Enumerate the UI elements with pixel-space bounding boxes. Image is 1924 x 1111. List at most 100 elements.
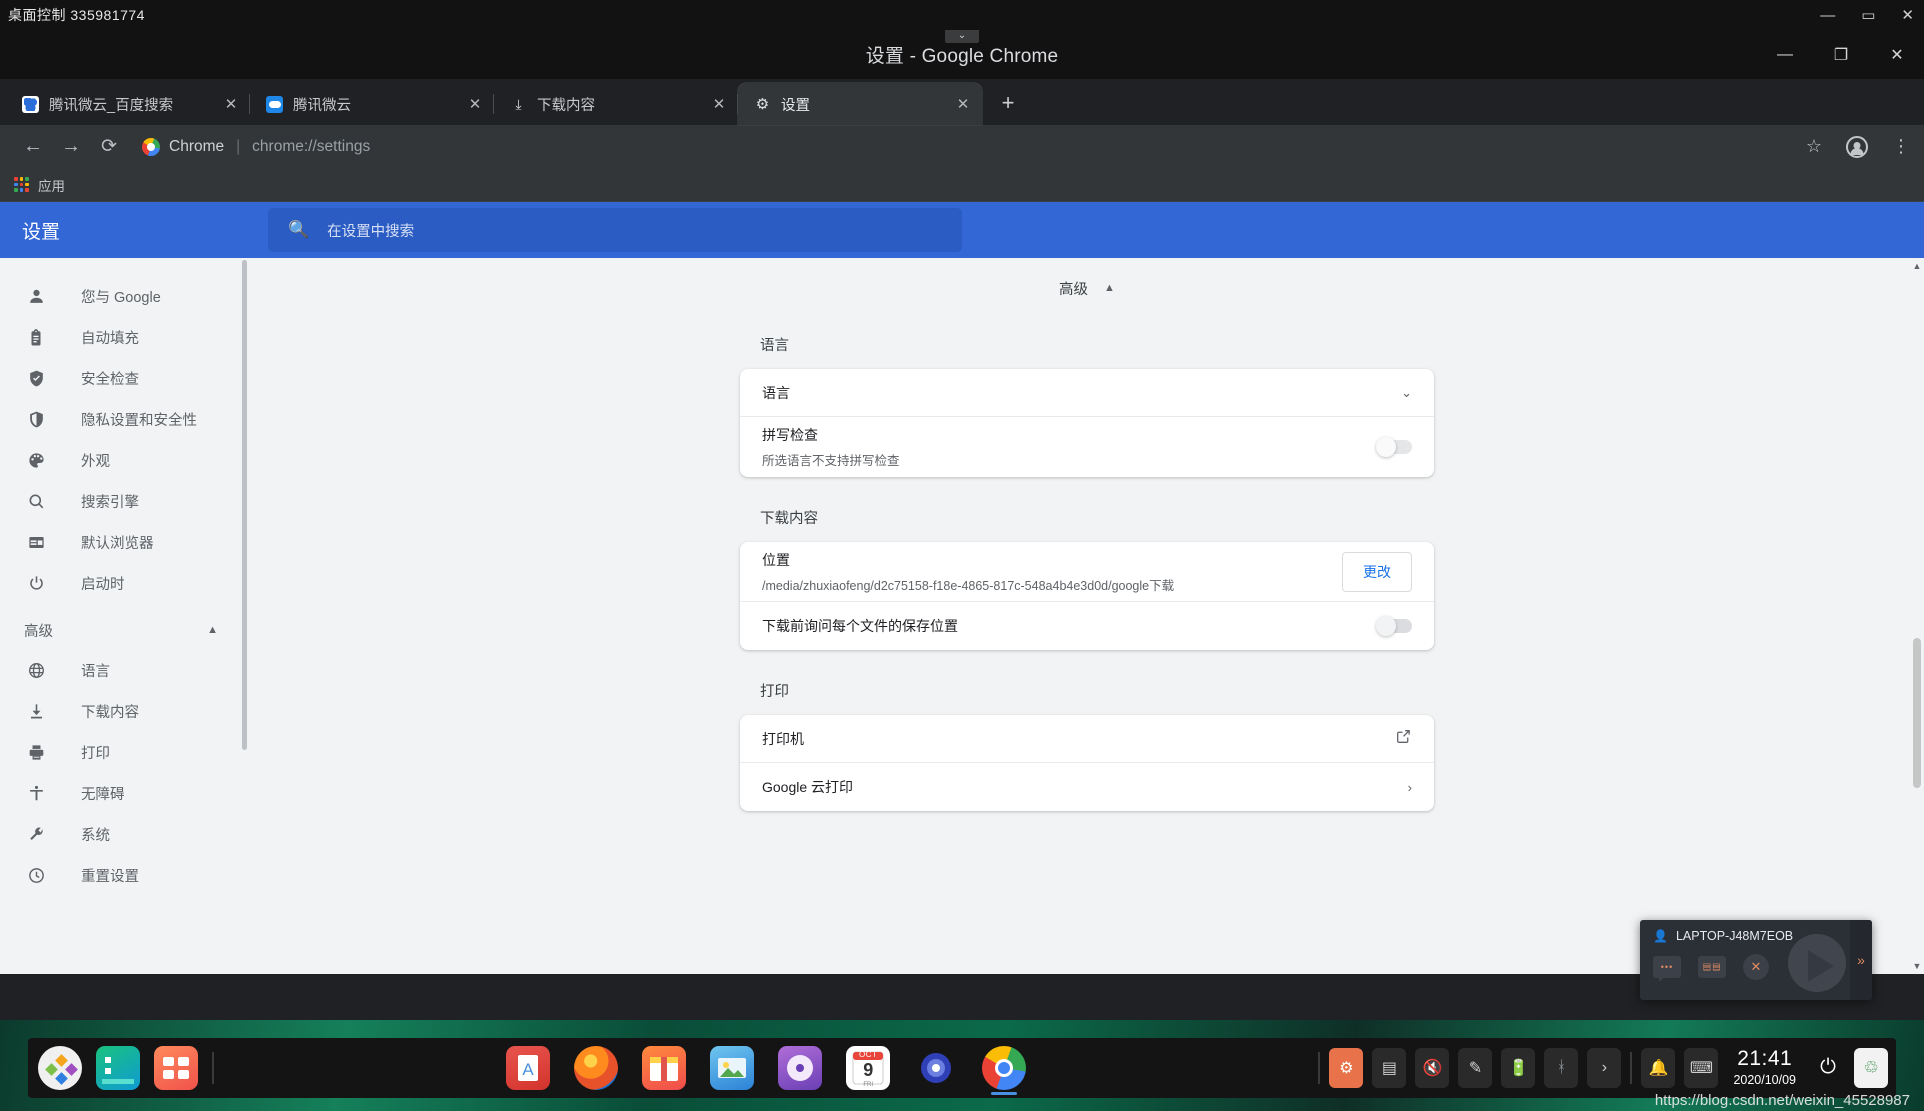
apps-grid-icon[interactable] [14,177,29,192]
calendar-day: 9 [863,1060,874,1080]
reload-button[interactable]: ⟳ [90,132,128,162]
tab-downloads[interactable]: ⤓ 下载内容 ✕ [494,83,738,125]
remote-minimize-button[interactable]: — [1820,8,1835,23]
sidebar-item-appearance[interactable]: 外观 [0,440,250,481]
sidebar-item-default-browser[interactable]: 默认浏览器 [0,522,250,563]
window-grip-chevron-icon[interactable]: ⌄ [945,30,979,43]
volume-mute-icon[interactable]: 🔇 [1415,1047,1450,1088]
row-printers[interactable]: 打印机 [740,715,1434,763]
app-launcher-icon[interactable] [38,1046,82,1090]
tab-settings[interactable]: ⚙ 设置 ✕ [738,83,982,125]
photos-icon[interactable] [710,1046,755,1090]
external-link-icon[interactable] [1395,728,1412,750]
updater-icon[interactable]: ⚙ [1329,1047,1364,1088]
ask-where-to-save-toggle[interactable] [1376,616,1412,636]
scroll-up-arrow-icon[interactable]: ▲ [1910,258,1924,274]
bookmarks-apps-label[interactable]: 应用 [38,175,65,195]
tab-baidu-search[interactable]: 腾讯微云_百度搜索 ✕ [6,83,250,125]
sidebar-item-privacy-security[interactable]: 隐私设置和安全性 [0,399,250,440]
omnibox-scheme-label: Chrome [169,137,225,155]
page-scrollbar[interactable]: ▲ ▼ [1910,258,1924,974]
firefox-icon[interactable] [574,1046,619,1090]
taskbar-clock[interactable]: 21:41 2020/10/09 [1727,1047,1802,1088]
battery-icon[interactable]: 🔋 [1501,1047,1536,1088]
chrome-menu-icon[interactable]: ⋮ [1892,136,1910,157]
chrome-titlebar: ⌄ 设置 - Google Chrome — ❐ ✕ [0,30,1924,79]
files-icon[interactable] [96,1046,140,1090]
chrome-maximize-button[interactable]: ❐ [1832,45,1850,65]
chrome-window-controls[interactable]: — ❐ ✕ [1776,30,1906,79]
new-tab-button[interactable]: + [990,86,1026,122]
tab-close-button[interactable]: ✕ [222,95,240,113]
chrome-logo-icon [142,137,160,156]
pen-icon[interactable]: ✎ [1458,1047,1493,1088]
chrome-close-button[interactable]: ✕ [1888,45,1906,65]
tab-close-button[interactable]: ✕ [710,95,728,113]
bluetooth-icon[interactable]: ᚼ [1544,1047,1579,1088]
remote-brand-logo [1770,928,1846,998]
sidebar-item-reset-settings[interactable]: 重置设置 [0,855,250,896]
omnibox-url: chrome://settings [252,137,371,155]
row-ask-save-location[interactable]: 下载前询问每个文件的保存位置 [740,602,1434,650]
calendar-icon[interactable]: OCT 9 FRI [846,1046,891,1090]
expand-icon[interactable]: › [1587,1047,1622,1088]
tab-close-button[interactable]: ✕ [466,95,484,113]
chevron-right-icon[interactable]: › [1408,780,1412,795]
settings-search-box[interactable]: 🔍 在设置中搜索 [268,208,962,252]
sidebar-item-downloads[interactable]: 下载内容 [0,691,250,732]
advanced-section-toggle[interactable]: 高级 ▲ [250,258,1924,304]
sidebar-item-autofill[interactable]: 自动填充 [0,317,250,358]
music-icon[interactable] [778,1046,823,1090]
chat-icon[interactable]: ••• [1653,956,1681,982]
sidebar-item-accessibility[interactable]: 无障碍 [0,773,250,814]
sidebar-item-printing[interactable]: 打印 [0,732,250,773]
tab-weiyun[interactable]: 腾讯微云 ✕ [250,83,494,125]
tab-title: 下载内容 [537,97,595,114]
chrome-icon[interactable] [982,1046,1027,1095]
sidebar-group-advanced[interactable]: 高级 ▲ [0,610,250,650]
settings-icon[interactable] [914,1046,959,1090]
row-label: 位置 [762,551,790,568]
remote-maximize-button[interactable]: ▭ [1861,8,1875,23]
bookmark-star-icon[interactable]: ☆ [1806,136,1822,157]
chrome-minimize-button[interactable]: — [1776,46,1794,64]
omnibox-separator: | [236,137,241,155]
chevron-up-icon[interactable]: ▲ [1104,282,1115,294]
chevron-down-icon[interactable]: ⌄ [1401,385,1412,401]
page-scrollbar-thumb[interactable] [1913,638,1921,788]
power-icon[interactable]: ⏻ [1811,1048,1845,1088]
address-bar[interactable]: Chrome | chrome://settings [142,132,1792,162]
remote-close-button[interactable]: ✕ [1901,8,1914,23]
forward-button[interactable]: → [52,132,90,162]
row-download-location[interactable]: 位置 /media/zhuxiaofeng/d2c75158-f18e-4865… [740,542,1434,602]
sidebar-scrollbar-thumb[interactable] [242,260,247,750]
sidebar-item-you-and-google[interactable]: 您与 Google [0,276,250,317]
apps-grid-icon[interactable] [154,1046,198,1090]
back-button[interactable]: ← [14,132,52,162]
remote-window-controls[interactable]: — ▭ ✕ [1820,0,1914,30]
scroll-down-arrow-icon[interactable]: ▼ [1910,958,1924,974]
text-editor-icon[interactable]: A [506,1046,551,1090]
row-google-cloud-print[interactable]: Google 云打印 › [740,763,1434,811]
tab-close-button[interactable]: ✕ [954,95,972,113]
sidebar-item-search-engine[interactable]: 搜索引擎 [0,481,250,522]
wrench-icon [24,823,48,847]
sidebar-item-languages[interactable]: 语言 [0,650,250,691]
ime-icon[interactable]: ▤ [1372,1047,1407,1088]
row-spell-check[interactable]: 拼写检查 所选语言不支持拼写检查 [740,417,1434,477]
profile-avatar-icon[interactable] [1846,135,1868,158]
keyboard-icon[interactable]: ▤▤ [1698,956,1726,978]
change-download-location-button[interactable]: 更改 [1342,551,1412,592]
keyboard-icon[interactable]: ⌨ [1684,1047,1719,1088]
row-language[interactable]: 语言 ⌄ [740,369,1434,417]
trash-icon[interactable]: ♲ [1854,1047,1888,1088]
sidebar-item-on-startup[interactable]: 启动时 [0,563,250,604]
remote-expand-button[interactable]: » [1850,920,1872,1000]
store-icon[interactable] [642,1046,687,1090]
close-icon[interactable]: ✕ [1743,954,1769,980]
sidebar-item-system[interactable]: 系统 [0,814,250,855]
spell-check-toggle[interactable] [1376,437,1412,457]
chevron-up-icon[interactable]: ▲ [207,624,218,636]
sidebar-item-safety-check[interactable]: 安全检查 [0,358,250,399]
bell-icon[interactable]: 🔔 [1641,1047,1676,1088]
